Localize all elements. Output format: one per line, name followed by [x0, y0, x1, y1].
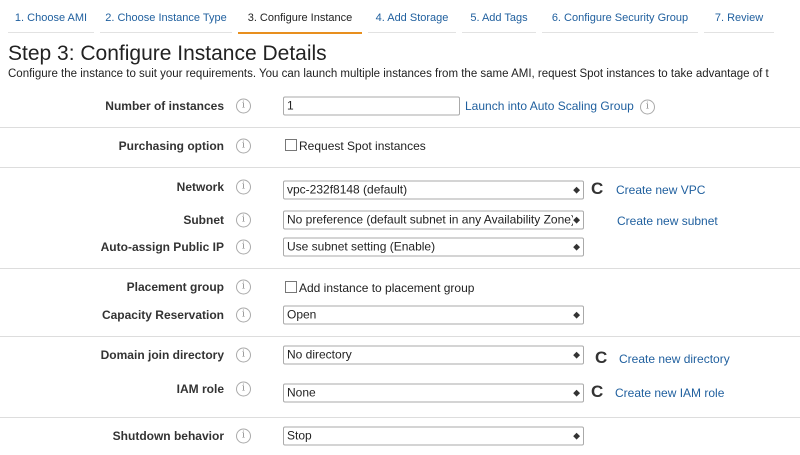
- info-icon[interactable]: i: [236, 239, 251, 255]
- select-value: None: [287, 385, 316, 400]
- refresh-icon[interactable]: C: [595, 348, 607, 368]
- select-value: Open: [287, 307, 317, 322]
- tab-choose-instance-type[interactable]: 2. Choose Instance Type: [100, 8, 232, 33]
- select-arrow-icon: ◆: [573, 211, 580, 229]
- label-auto-assign-public-ip: Auto-assign Public IP: [100, 240, 224, 254]
- divider: [0, 268, 800, 269]
- tab-configure-instance[interactable]: 3. Configure Instance: [238, 8, 362, 34]
- label-iam-role: IAM role: [176, 382, 224, 396]
- network-select[interactable]: vpc-232f8148 (default) ◆: [283, 180, 584, 200]
- select-value: Use subnet setting (Enable): [287, 239, 436, 254]
- create-new-subnet-link[interactable]: Create new subnet: [617, 214, 718, 228]
- create-new-directory-link[interactable]: Create new directory: [619, 352, 730, 366]
- info-icon[interactable]: i: [236, 138, 251, 154]
- checkbox-label: Add instance to placement group: [299, 281, 475, 295]
- placement-group-checkbox[interactable]: Add instance to placement group: [285, 281, 474, 295]
- capacity-reservation-select[interactable]: Open ◆: [283, 305, 584, 325]
- checkbox-box[interactable]: [285, 281, 297, 293]
- select-arrow-icon: ◆: [573, 387, 580, 398]
- info-icon[interactable]: i: [236, 98, 251, 114]
- select-arrow-icon: ◆: [573, 309, 580, 320]
- label-capacity-reservation: Capacity Reservation: [101, 308, 224, 322]
- tab-choose-ami[interactable]: 1. Choose AMI: [8, 8, 94, 33]
- request-spot-checkbox[interactable]: Request Spot instances: [285, 139, 426, 153]
- refresh-icon[interactable]: C: [591, 179, 603, 199]
- select-arrow-icon: ◆: [573, 241, 580, 252]
- select-value: Stop: [287, 428, 312, 443]
- info-icon[interactable]: i: [236, 212, 251, 228]
- divider: [0, 417, 800, 418]
- select-value: vpc-232f8148 (default): [287, 182, 408, 197]
- create-new-iam-role-link[interactable]: Create new IAM role: [615, 386, 724, 400]
- divider: [0, 167, 800, 168]
- create-new-vpc-link[interactable]: Create new VPC: [616, 183, 705, 197]
- refresh-icon[interactable]: C: [591, 382, 603, 402]
- tab-add-tags[interactable]: 5. Add Tags: [462, 8, 536, 33]
- shutdown-behavior-select[interactable]: Stop ◆: [283, 426, 584, 446]
- launch-auto-scaling-link[interactable]: Launch into Auto Scaling Group: [465, 99, 634, 113]
- tab-add-storage[interactable]: 4. Add Storage: [368, 8, 456, 33]
- divider: [0, 127, 800, 128]
- select-arrow-icon: ◆: [573, 430, 580, 441]
- info-icon[interactable]: i: [236, 347, 251, 363]
- tab-configure-security-group[interactable]: 6. Configure Security Group: [542, 8, 698, 33]
- select-arrow-icon: ◆: [573, 349, 580, 360]
- info-icon[interactable]: i: [640, 99, 655, 115]
- label-shutdown-behavior: Shutdown behavior: [112, 429, 224, 443]
- tab-review[interactable]: 7. Review: [704, 8, 774, 33]
- label-domain-join-directory: Domain join directory: [100, 348, 224, 362]
- page-description: Configure the instance to suit your requ…: [8, 68, 769, 80]
- label-placement-group: Placement group: [126, 280, 224, 294]
- label-network: Network: [176, 180, 224, 194]
- domain-directory-select[interactable]: No directory ◆: [283, 345, 584, 365]
- public-ip-select[interactable]: Use subnet setting (Enable) ◆: [283, 237, 584, 257]
- label-subnet: Subnet: [183, 213, 224, 227]
- info-icon[interactable]: i: [236, 381, 251, 397]
- select-value: No preference (default subnet in any Ava…: [287, 212, 575, 227]
- info-icon[interactable]: i: [236, 179, 251, 195]
- select-arrow-icon: ◆: [573, 184, 580, 195]
- number-of-instances-input[interactable]: 1: [283, 96, 460, 116]
- iam-role-select[interactable]: None ◆: [283, 383, 584, 403]
- select-value: No directory: [287, 347, 352, 362]
- label-purchasing-option: Purchasing option: [118, 139, 224, 153]
- label-number-of-instances: Number of instances: [105, 99, 224, 113]
- info-icon[interactable]: i: [236, 307, 251, 323]
- checkbox-label: Request Spot instances: [299, 139, 426, 153]
- divider: [0, 336, 800, 337]
- subnet-select[interactable]: No preference (default subnet in any Ava…: [283, 210, 584, 230]
- info-icon[interactable]: i: [236, 279, 251, 295]
- checkbox-box[interactable]: [285, 139, 297, 151]
- page-title: Step 3: Configure Instance Details: [8, 42, 327, 65]
- info-icon[interactable]: i: [236, 428, 251, 444]
